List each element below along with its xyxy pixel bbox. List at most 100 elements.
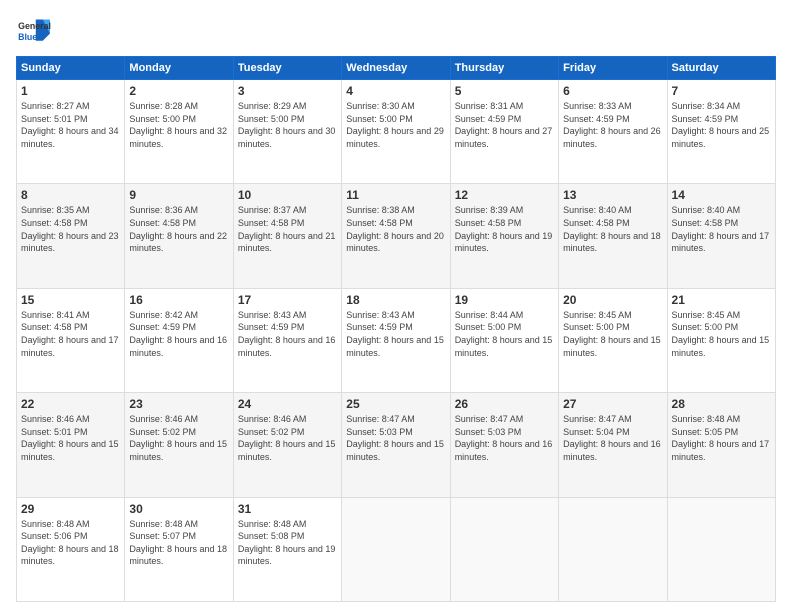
calendar-week-2: 8Sunrise: 8:35 AMSunset: 4:58 PMDaylight… [17,184,776,288]
day-info: Sunrise: 8:36 AMSunset: 4:58 PMDaylight:… [129,204,228,254]
calendar-cell: 17 Sunrise: 8:43 AMSunset: 4:59 PMDayligh… [233,288,341,392]
svg-text:Blue: Blue [18,32,37,42]
day-info: Sunrise: 8:29 AMSunset: 5:00 PMDaylight:… [238,100,337,150]
day-info: Sunrise: 8:27 AMSunset: 5:01 PMDaylight:… [21,100,120,150]
calendar-cell: 29 Sunrise: 8:48 AMSunset: 5:06 PMDayligh… [17,497,125,601]
calendar-cell: 21 Sunrise: 8:45 AMSunset: 5:00 PMDayligh… [667,288,775,392]
calendar-cell: 16 Sunrise: 8:42 AMSunset: 4:59 PMDayligh… [125,288,233,392]
calendar-cell: 7Sunrise: 8:34 AMSunset: 4:59 PMDaylight… [667,80,775,184]
day-number: 3 [238,84,337,98]
day-info: Sunrise: 8:43 AMSunset: 4:59 PMDaylight:… [346,309,445,359]
day-number: 24 [238,397,337,411]
day-info: Sunrise: 8:46 AMSunset: 5:02 PMDaylight:… [238,413,337,463]
calendar-cell [559,497,667,601]
day-number: 20 [563,293,662,307]
calendar-week-1: 1Sunrise: 8:27 AMSunset: 5:01 PMDaylight… [17,80,776,184]
day-info: Sunrise: 8:46 AMSunset: 5:01 PMDaylight:… [21,413,120,463]
day-number: 13 [563,188,662,202]
day-number: 25 [346,397,445,411]
day-number: 10 [238,188,337,202]
calendar-cell [342,497,450,601]
calendar-cell: 20 Sunrise: 8:45 AMSunset: 5:00 PMDayligh… [559,288,667,392]
day-info: Sunrise: 8:43 AMSunset: 4:59 PMDaylight:… [238,309,337,359]
day-info: Sunrise: 8:48 AMSunset: 5:08 PMDaylight:… [238,518,337,568]
calendar-cell: 3 Sunrise: 8:29 AMSunset: 5:00 PMDaylight… [233,80,341,184]
day-info: Sunrise: 8:48 AMSunset: 5:06 PMDaylight:… [21,518,120,568]
day-number: 15 [21,293,120,307]
calendar-header-friday: Friday [559,57,667,80]
calendar-header-monday: Monday [125,57,233,80]
calendar-header-thursday: Thursday [450,57,558,80]
day-number: 8 [21,188,120,202]
calendar-week-5: 29 Sunrise: 8:48 AMSunset: 5:06 PMDayligh… [17,497,776,601]
day-number: 31 [238,502,337,516]
day-number: 19 [455,293,554,307]
calendar-cell: 18 Sunrise: 8:43 AMSunset: 4:59 PMDayligh… [342,288,450,392]
calendar-cell: 9 Sunrise: 8:36 AMSunset: 4:58 PMDaylight… [125,184,233,288]
day-number: 9 [129,188,228,202]
day-info: Sunrise: 8:44 AMSunset: 5:00 PMDaylight:… [455,309,554,359]
day-number: 23 [129,397,228,411]
day-info: Sunrise: 8:41 AMSunset: 4:58 PMDaylight:… [21,309,120,359]
calendar-cell: 30 Sunrise: 8:48 AMSunset: 5:07 PMDayligh… [125,497,233,601]
calendar-cell: 23 Sunrise: 8:46 AMSunset: 5:02 PMDayligh… [125,393,233,497]
calendar-cell [667,497,775,601]
calendar-cell: 24 Sunrise: 8:46 AMSunset: 5:02 PMDayligh… [233,393,341,497]
calendar-cell: 2 Sunrise: 8:28 AMSunset: 5:00 PMDaylight… [125,80,233,184]
calendar-cell: 27 Sunrise: 8:47 AMSunset: 5:04 PMDayligh… [559,393,667,497]
calendar-cell: 1Sunrise: 8:27 AMSunset: 5:01 PMDaylight… [17,80,125,184]
day-number: 30 [129,502,228,516]
calendar-header-sunday: Sunday [17,57,125,80]
day-info: Sunrise: 8:40 AMSunset: 4:58 PMDaylight:… [563,204,662,254]
calendar-header-saturday: Saturday [667,57,775,80]
day-number: 22 [21,397,120,411]
logo-icon: General Blue [16,16,52,46]
day-number: 21 [672,293,771,307]
day-number: 16 [129,293,228,307]
day-info: Sunrise: 8:45 AMSunset: 5:00 PMDaylight:… [672,309,771,359]
calendar-cell: 4Sunrise: 8:30 AMSunset: 5:00 PMDaylight… [342,80,450,184]
calendar-cell: 12Sunrise: 8:39 AMSunset: 4:58 PMDayligh… [450,184,558,288]
day-number: 2 [129,84,228,98]
day-number: 14 [672,188,771,202]
calendar-cell: 6Sunrise: 8:33 AMSunset: 4:59 PMDaylight… [559,80,667,184]
day-info: Sunrise: 8:47 AMSunset: 5:03 PMDaylight:… [346,413,445,463]
calendar-table: SundayMondayTuesdayWednesdayThursdayFrid… [16,56,776,602]
calendar-header-row: SundayMondayTuesdayWednesdayThursdayFrid… [17,57,776,80]
day-number: 18 [346,293,445,307]
day-number: 27 [563,397,662,411]
calendar-header-wednesday: Wednesday [342,57,450,80]
logo: General Blue [16,16,52,46]
calendar-week-4: 22 Sunrise: 8:46 AMSunset: 5:01 PMDayligh… [17,393,776,497]
day-info: Sunrise: 8:28 AMSunset: 5:00 PMDaylight:… [129,100,228,150]
calendar-header-tuesday: Tuesday [233,57,341,80]
day-info: Sunrise: 8:42 AMSunset: 4:59 PMDaylight:… [129,309,228,359]
day-info: Sunrise: 8:45 AMSunset: 5:00 PMDaylight:… [563,309,662,359]
day-number: 7 [672,84,771,98]
page: General Blue SundayMondayTuesdayWednesda… [0,0,792,612]
day-number: 12 [455,188,554,202]
day-info: Sunrise: 8:46 AMSunset: 5:02 PMDaylight:… [129,413,228,463]
calendar-cell: 28Sunrise: 8:48 AMSunset: 5:05 PMDayligh… [667,393,775,497]
day-number: 17 [238,293,337,307]
calendar-cell: 26Sunrise: 8:47 AMSunset: 5:03 PMDayligh… [450,393,558,497]
day-info: Sunrise: 8:47 AMSunset: 5:04 PMDaylight:… [563,413,662,463]
day-number: 11 [346,188,445,202]
svg-text:General: General [18,21,51,31]
day-info: Sunrise: 8:48 AMSunset: 5:07 PMDaylight:… [129,518,228,568]
calendar-week-3: 15 Sunrise: 8:41 AMSunset: 4:58 PMDayligh… [17,288,776,392]
calendar-cell: 5Sunrise: 8:31 AMSunset: 4:59 PMDaylight… [450,80,558,184]
header: General Blue [16,16,776,46]
day-info: Sunrise: 8:37 AMSunset: 4:58 PMDaylight:… [238,204,337,254]
calendar-cell: 31 Sunrise: 8:48 AMSunset: 5:08 PMDayligh… [233,497,341,601]
calendar-cell: 11Sunrise: 8:38 AMSunset: 4:58 PMDayligh… [342,184,450,288]
day-info: Sunrise: 8:31 AMSunset: 4:59 PMDaylight:… [455,100,554,150]
day-info: Sunrise: 8:48 AMSunset: 5:05 PMDaylight:… [672,413,771,463]
day-info: Sunrise: 8:40 AMSunset: 4:58 PMDaylight:… [672,204,771,254]
calendar-cell: 19 Sunrise: 8:44 AMSunset: 5:00 PMDayligh… [450,288,558,392]
calendar-cell: 8Sunrise: 8:35 AMSunset: 4:58 PMDaylight… [17,184,125,288]
calendar-cell: 13 Sunrise: 8:40 AMSunset: 4:58 PMDayligh… [559,184,667,288]
day-number: 29 [21,502,120,516]
day-info: Sunrise: 8:30 AMSunset: 5:00 PMDaylight:… [346,100,445,150]
day-number: 6 [563,84,662,98]
